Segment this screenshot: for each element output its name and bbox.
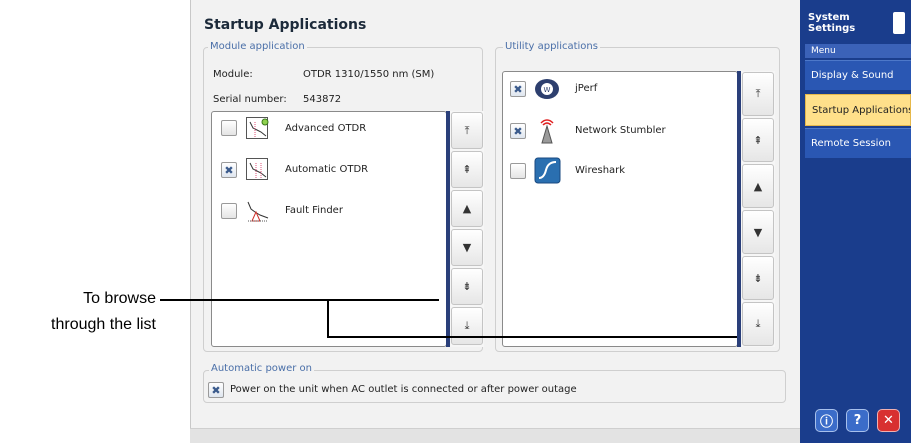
utility-applications-legend: Utility applications (503, 41, 600, 52)
scroll-top-button[interactable]: ⤒ (451, 112, 483, 149)
page-up-button[interactable]: ⇞ (451, 151, 483, 188)
arrow-down-icon: ▼ (753, 225, 763, 239)
check-mark-icon: ✖ (224, 163, 234, 177)
network-stumbler-icon (534, 116, 560, 144)
automatic-power-on-legend: Automatic power on (209, 363, 315, 374)
module-app-list (211, 111, 447, 347)
dialog-footer (190, 428, 800, 443)
jperf-label: jPerf (575, 83, 598, 94)
network-stumbler-checkbox[interactable]: ✖ (510, 123, 526, 139)
scroll-down-button[interactable]: ▼ (742, 210, 774, 254)
check-mark-icon: ✖ (513, 82, 523, 96)
scroll-bottom-icon: ⤓ (464, 319, 470, 332)
callout-connector-line (327, 300, 329, 337)
help-icon: ? (853, 413, 862, 428)
scroll-up-button[interactable]: ▲ (742, 164, 774, 208)
page-title: Startup Applications (204, 17, 367, 33)
arrow-up-icon: ▲ (462, 202, 472, 215)
fault-finder-checkbox[interactable] (221, 203, 237, 219)
scroll-top-icon: ⤒ (755, 87, 761, 100)
arrow-down-icon: ▼ (462, 241, 472, 254)
callout-pointer-line (327, 336, 737, 338)
power-on-checkbox[interactable]: ✖ (208, 382, 224, 398)
serial-number-label: Serial number: (213, 94, 287, 105)
sidebar-title-line1: System (808, 12, 850, 23)
wireshark-label: Wireshark (575, 165, 626, 176)
callout-line2: through the list (51, 316, 156, 333)
module-label: Module: (213, 69, 253, 80)
page-up-icon: ⇞ (753, 133, 763, 147)
help-button[interactable]: ? (846, 409, 869, 432)
module-application-legend: Module application (208, 41, 307, 52)
power-on-label: Power on the unit when AC outlet is conn… (230, 384, 577, 395)
advanced-otdr-label: Advanced OTDR (285, 123, 367, 134)
automatic-otdr-label: Automatic OTDR (285, 164, 369, 175)
page-down-icon: ⇟ (753, 271, 763, 285)
scroll-down-button[interactable]: ▼ (451, 229, 483, 266)
menu-item-startup-applications[interactable]: Startup Applications (805, 94, 911, 126)
jperf-icon: W (534, 77, 560, 101)
wireshark-icon (534, 157, 561, 184)
sidebar-title-line2: Settings (808, 23, 856, 34)
page-up-button[interactable]: ⇞ (742, 118, 774, 162)
scroll-bottom-button[interactable]: ⤓ (451, 307, 483, 345)
utility-app-list (502, 71, 738, 347)
automatic-otdr-icon (246, 158, 268, 180)
scroll-top-button[interactable]: ⤒ (742, 72, 774, 116)
wireshark-checkbox[interactable] (510, 163, 526, 179)
info-icon: ⓘ (819, 415, 833, 430)
callout-line1: To browse (83, 290, 156, 307)
advanced-otdr-icon (246, 117, 269, 139)
arrow-up-icon: ▲ (753, 179, 763, 193)
fault-finder-icon (246, 199, 270, 223)
close-icon: ✕ (883, 413, 894, 428)
scroll-bottom-icon: ⤓ (755, 317, 761, 330)
automatic-otdr-checkbox[interactable]: ✖ (221, 162, 237, 178)
svg-text:W: W (544, 86, 551, 94)
scroll-bottom-button[interactable]: ⤓ (742, 302, 774, 346)
fault-finder-label: Fault Finder (285, 205, 343, 216)
serial-number-value: 543872 (303, 94, 342, 105)
page-up-icon: ⇞ (462, 163, 472, 176)
page-down-button[interactable]: ⇟ (742, 256, 774, 300)
settings-icon (893, 12, 905, 34)
advanced-otdr-checkbox[interactable] (221, 120, 237, 136)
network-stumbler-label: Network Stumbler (575, 125, 666, 136)
scroll-up-button[interactable]: ▲ (451, 190, 483, 227)
menu-item-display-sound[interactable]: Display & Sound (805, 60, 911, 90)
callout-leader-line (160, 299, 439, 301)
page-down-icon: ⇟ (462, 280, 472, 293)
check-mark-icon: ✖ (513, 124, 523, 138)
module-value: OTDR 1310/1550 nm (SM) (303, 69, 435, 80)
close-button[interactable]: ✕ (877, 409, 900, 432)
info-button[interactable]: ⓘ (815, 409, 838, 432)
menu-item-remote-session[interactable]: Remote Session (805, 128, 911, 158)
scroll-top-icon: ⤒ (464, 123, 470, 137)
menu-header: Menu (805, 44, 911, 58)
check-mark-icon: ✖ (211, 383, 221, 397)
jperf-checkbox[interactable]: ✖ (510, 81, 526, 97)
page-down-button[interactable]: ⇟ (451, 268, 483, 305)
